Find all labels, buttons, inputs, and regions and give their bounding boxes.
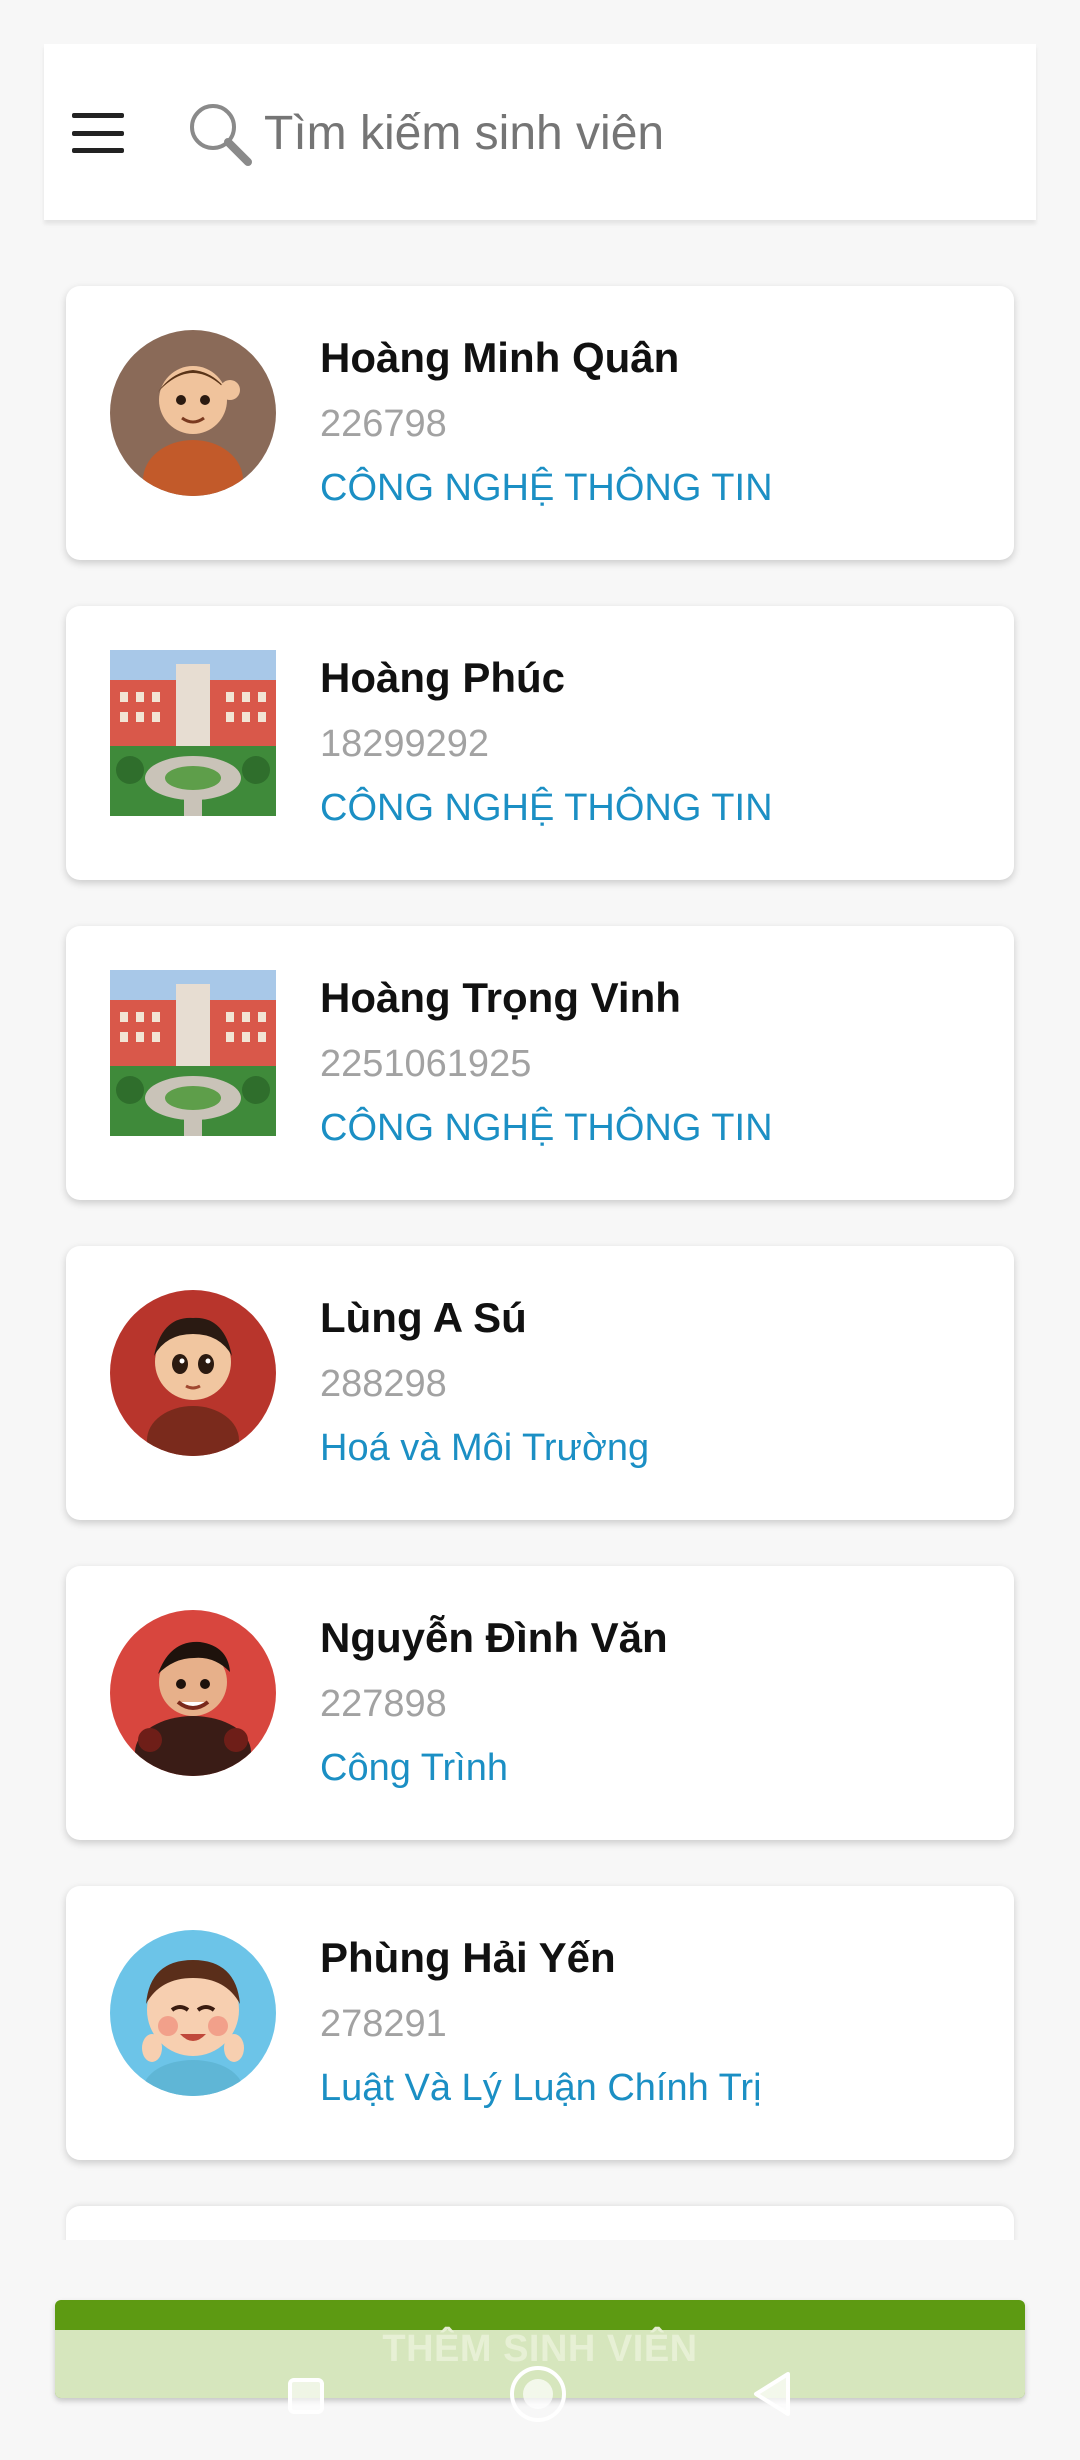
cartoon-warrior-avatar-icon xyxy=(110,1610,276,1776)
student-major: CÔNG NGHỆ THÔNG TIN xyxy=(320,467,773,509)
home-icon[interactable] xyxy=(510,2366,566,2422)
student-id: 227898 xyxy=(320,1683,447,1725)
student-major: Luật Và Lý Luận Chính Trị xyxy=(320,2067,762,2109)
student-major: Hoá và Môi Trường xyxy=(320,1427,650,1469)
student-name: Nguyễn Đình Văn xyxy=(320,1614,668,1661)
student-major: CÔNG NGHỆ THÔNG TIN xyxy=(320,787,773,829)
university-building-photo-icon xyxy=(110,650,276,816)
smiling-baby-avatar-icon xyxy=(110,1930,276,2096)
student-name: Lùng A Sú xyxy=(320,1294,527,1341)
menu-icon[interactable] xyxy=(72,113,124,153)
student-card[interactable]: Phùng Hải Yến 278291 Luật Và Lý Luận Chí… xyxy=(66,1886,1014,2160)
student-name: Phùng Hải Yến xyxy=(320,1934,616,1981)
student-name: Hoàng Phúc xyxy=(320,654,566,701)
recent-apps-icon[interactable] xyxy=(288,2378,324,2414)
student-card[interactable]: Hoàng Minh Quân 226798 CÔNG NGHỆ THÔNG T… xyxy=(66,286,1014,560)
cartoon-boy-avatar-icon xyxy=(110,330,276,496)
student-major: CÔNG NGHỆ THÔNG TIN xyxy=(320,1107,773,1149)
student-id: 226798 xyxy=(320,403,447,445)
student-name: Hoàng Trọng Vinh xyxy=(320,974,681,1021)
student-card[interactable]: Hoàng Trọng Vinh 2251061925 CÔNG NGHỆ TH… xyxy=(66,926,1014,1200)
cartoon-boy-avatar-icon xyxy=(110,1290,276,1456)
student-id: 18299292 xyxy=(320,723,490,765)
student-list-screen: Tìm kiếm sinh viên Hoàng Minh Quân 22679… xyxy=(0,0,1080,2460)
student-id: 288298 xyxy=(320,1363,447,1405)
student-id: 2251061925 xyxy=(320,1043,532,1085)
back-icon[interactable] xyxy=(750,2370,792,2418)
student-name: Hoàng Minh Quân xyxy=(320,334,680,381)
student-card[interactable]: Lùng A Sú 288298 Hoá và Môi Trường xyxy=(66,1246,1014,1520)
student-card[interactable]: Hoàng Phúc 18299292 CÔNG NGHỆ THÔNG TIN xyxy=(66,606,1014,880)
student-id: 278291 xyxy=(320,2003,447,2045)
student-major: Công Trình xyxy=(320,1747,508,1789)
search-icon xyxy=(186,100,254,168)
system-navigation-bar xyxy=(0,2330,1080,2460)
student-card[interactable]: Nguyễn Đình Văn 227898 Công Trình xyxy=(66,1566,1014,1840)
search-input[interactable]: Tìm kiếm sinh viên xyxy=(264,104,664,164)
university-building-photo-icon xyxy=(110,970,276,1136)
